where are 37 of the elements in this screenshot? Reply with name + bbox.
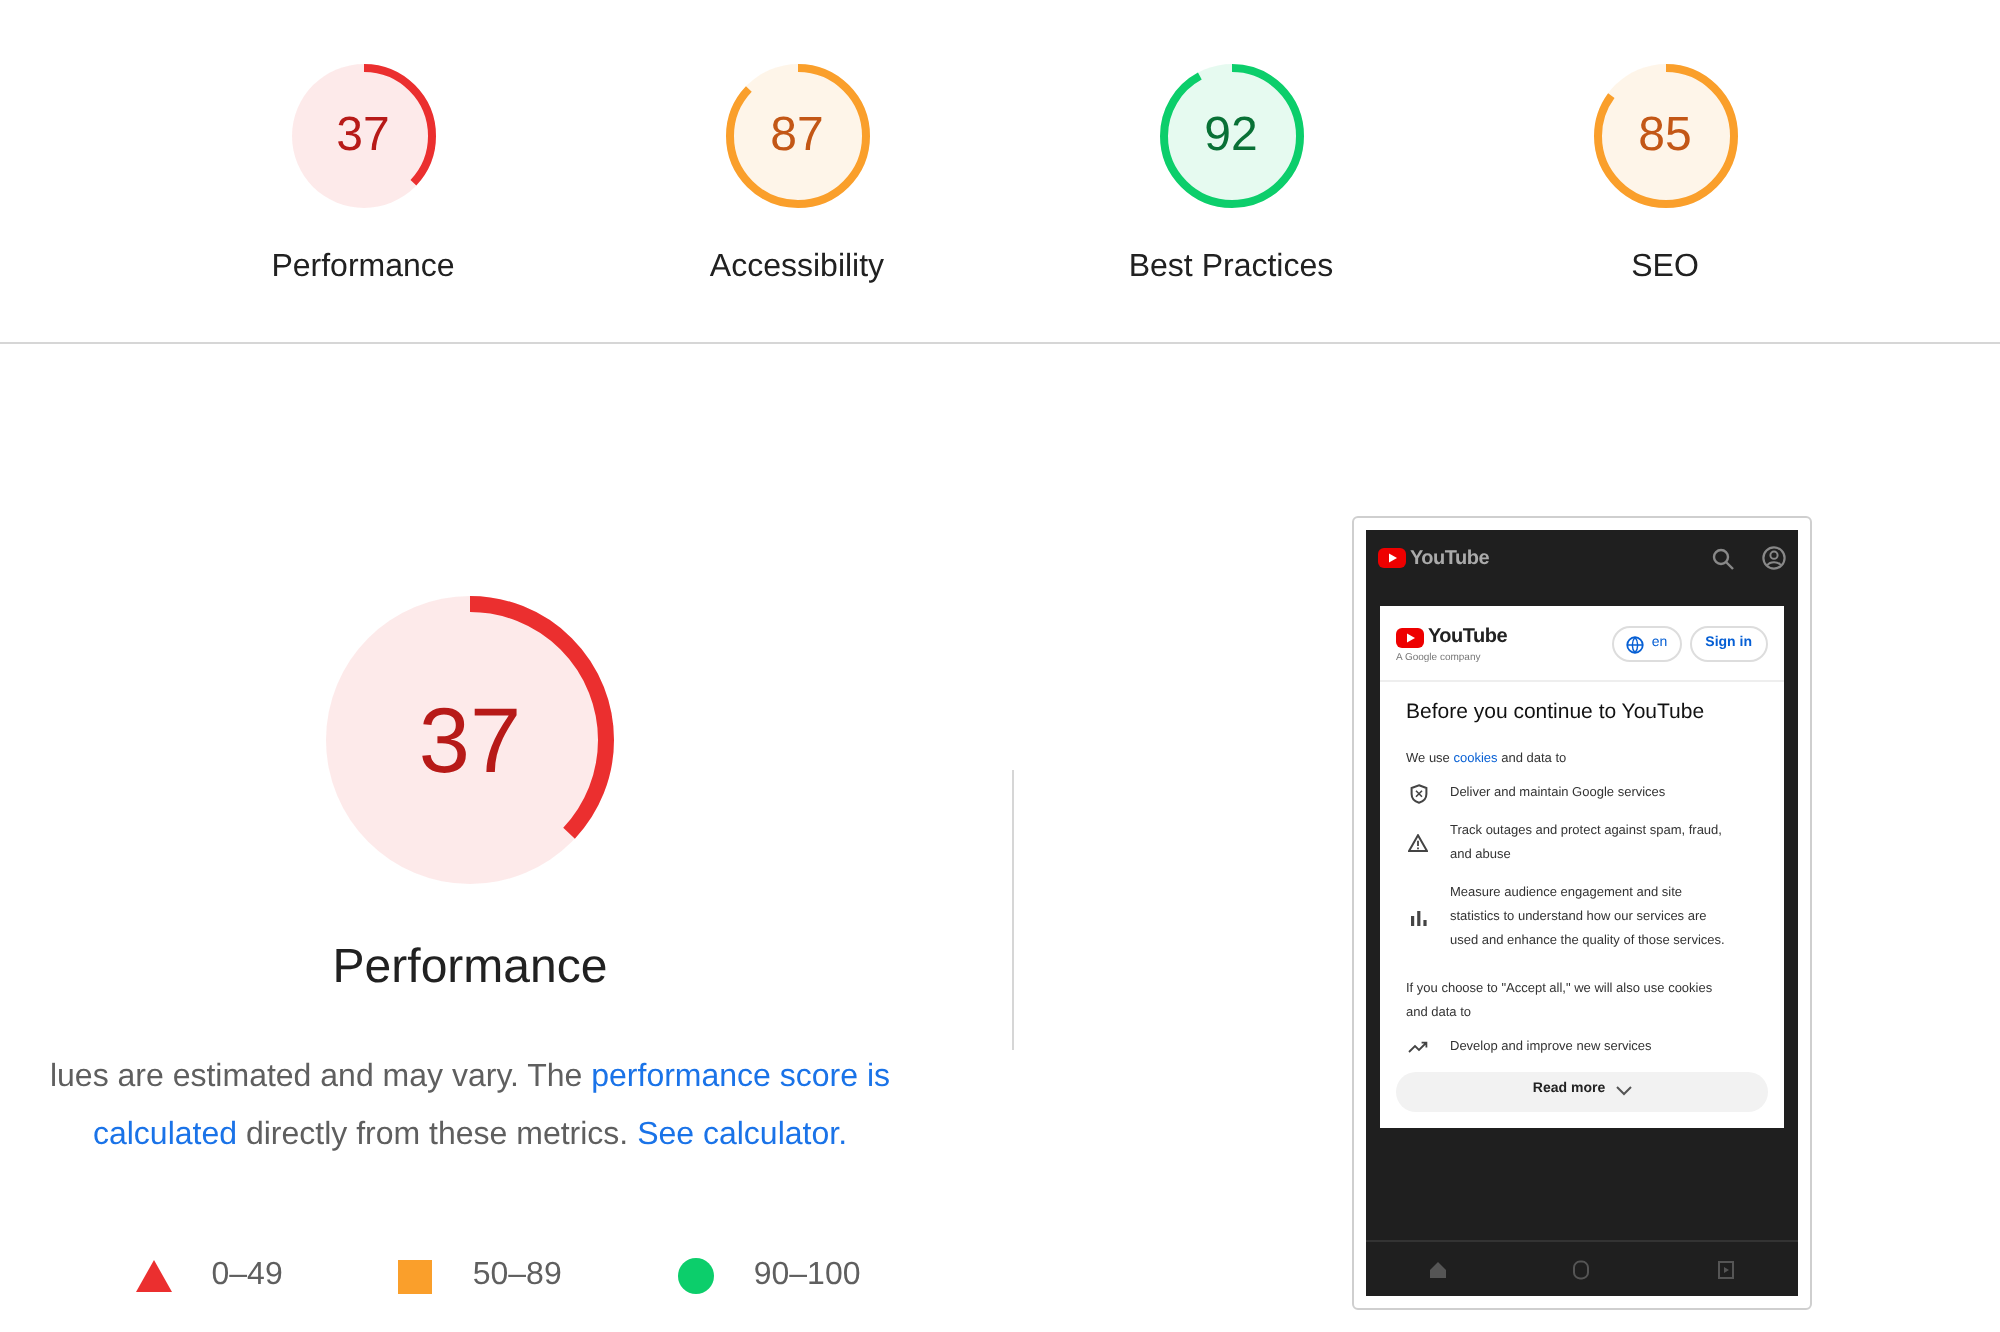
account-icon[interactable]	[1762, 546, 1786, 570]
score-gauge	[291, 64, 435, 208]
gauge-score: 37	[418, 694, 522, 786]
score-description: lues are estimated and may vary. The performance score is calculated directly from these metrics. See calculator.	[49, 1058, 891, 1156]
app-title: YouTube	[1410, 545, 1490, 573]
brand-name: YouTube	[1428, 624, 1508, 652]
gauge-score: 85	[1638, 112, 1692, 160]
category-label[interactable]: SEO	[1631, 244, 1699, 292]
gauge-score: 87	[770, 112, 824, 160]
legend-label: 90–100	[753, 1256, 861, 1296]
category-label[interactable]: Performance	[271, 244, 455, 292]
shield-icon	[1409, 783, 1427, 803]
trend-icon	[1408, 1040, 1428, 1054]
gauge-score: 37	[336, 112, 390, 160]
category-label[interactable]: Best Practices	[1128, 244, 1334, 292]
bar-chart-icon	[1409, 909, 1427, 925]
gauge-score: 92	[1204, 112, 1258, 160]
play-logo-icon	[1396, 627, 1424, 647]
description-link[interactable]: performance score is	[591, 1060, 891, 1094]
legend-label: 50–89	[472, 1256, 562, 1296]
warning-icon	[1408, 834, 1428, 852]
globe-icon	[1625, 635, 1644, 654]
score-gauge	[1159, 64, 1303, 208]
home-icon[interactable]	[1428, 1259, 1449, 1279]
chevron-down-icon	[1615, 1086, 1632, 1096]
search-icon[interactable]	[1712, 547, 1734, 569]
play-logo-icon	[1378, 548, 1406, 568]
dialog-heading: Before you continue to YouTube	[1406, 697, 1707, 725]
description-link[interactable]: calculated	[92, 1118, 238, 1152]
shorts-icon[interactable]	[1572, 1259, 1591, 1279]
category-label[interactable]: Accessibility	[709, 244, 885, 292]
description-link[interactable]: See calculator.	[637, 1118, 848, 1152]
gauge-title: Performance	[332, 938, 608, 998]
legend-label: 0–49	[211, 1256, 283, 1296]
score-gauge	[725, 64, 869, 208]
score-gauge	[1593, 64, 1737, 208]
library-icon[interactable]	[1715, 1259, 1736, 1279]
